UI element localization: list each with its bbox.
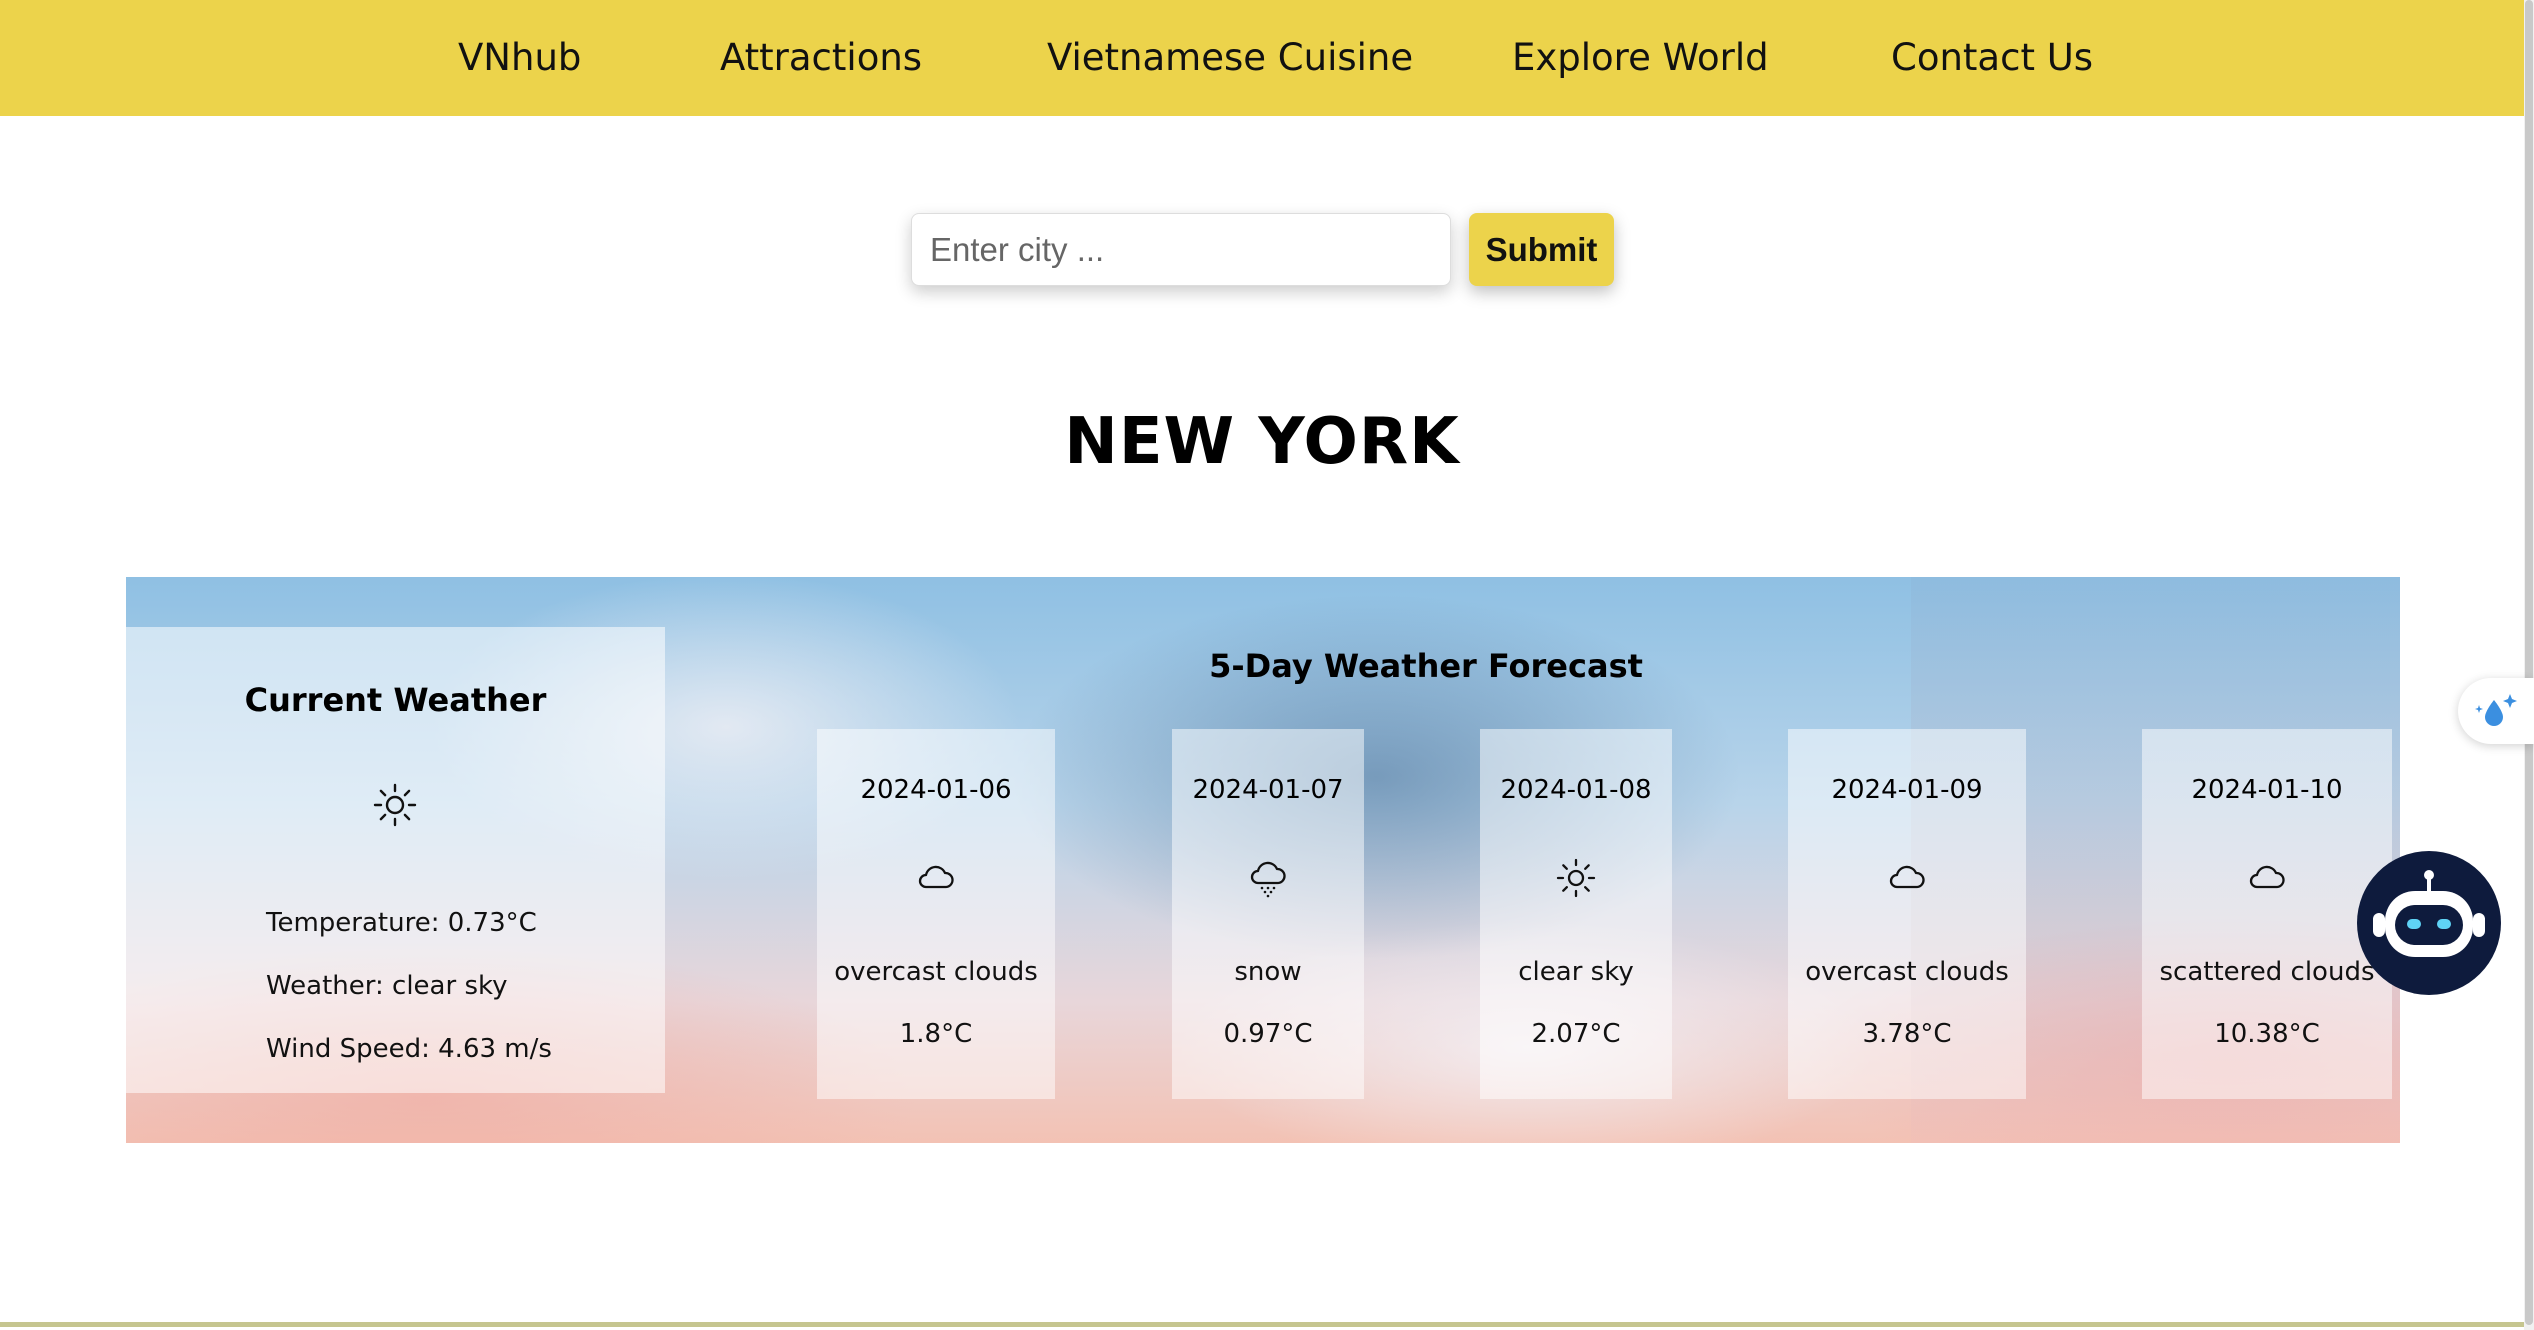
- current-wind-speed: Wind Speed: 4.63 m/s: [266, 1034, 552, 1064]
- current-weather-panel: Current Weather Temperature: 0.73°C Weat…: [126, 627, 665, 1093]
- forecast-card: 2024-01-07 snow 0.97°C: [1172, 729, 1364, 1099]
- current-temperature: Temperature: 0.73°C: [266, 908, 537, 938]
- forecast-description: overcast clouds: [1805, 957, 2009, 987]
- forecast-card: 2024-01-08 clear sky 2.07°C: [1480, 729, 1672, 1099]
- nav-explore-world[interactable]: Explore World: [1512, 0, 1769, 116]
- forecast-description: clear sky: [1518, 957, 1634, 987]
- submit-button[interactable]: Submit: [1469, 213, 1614, 286]
- page-scrollbar[interactable]: [2524, 0, 2534, 1330]
- cloud-icon: [2249, 865, 2285, 889]
- snow-cloud-icon: [1250, 861, 1286, 898]
- forecast-date: 2024-01-10: [2191, 775, 2343, 805]
- forecast-temperature: 10.38°C: [2214, 1019, 2320, 1049]
- forecast-temperature: 0.97°C: [1223, 1019, 1313, 1049]
- forecast-description: overcast clouds: [834, 957, 1038, 987]
- nav-vietnamese-cuisine[interactable]: Vietnamese Cuisine: [1047, 0, 1413, 116]
- forecast-description: snow: [1234, 957, 1302, 987]
- forecast-temperature: 1.8°C: [899, 1019, 973, 1049]
- current-weather-heading: Current Weather: [244, 681, 547, 719]
- forecast-date: 2024-01-07: [1192, 775, 1344, 805]
- sun-icon: [1556, 858, 1596, 898]
- sun-icon: [373, 783, 417, 827]
- forecast-date: 2024-01-09: [1831, 775, 1983, 805]
- current-weather-desc: Weather: clear sky: [266, 971, 508, 1001]
- forecast-description: scattered clouds: [2159, 957, 2375, 987]
- nav-attractions[interactable]: Attractions: [720, 0, 922, 116]
- city-search-input[interactable]: [911, 213, 1451, 286]
- top-navbar: VNhub Attractions Vietnamese Cuisine Exp…: [0, 0, 2524, 116]
- forecast-date: 2024-01-08: [1500, 775, 1652, 805]
- chatbot-button[interactable]: [2357, 851, 2501, 995]
- forecast-temperature: 3.78°C: [1862, 1019, 1952, 1049]
- water-drop-sparkle-icon: [2475, 694, 2517, 726]
- footer-divider: [0, 1322, 2524, 1327]
- cloud-icon: [1889, 865, 1925, 889]
- forecast-heading: 5-Day Weather Forecast: [1209, 647, 1643, 685]
- nav-vnhub[interactable]: VNhub: [458, 0, 581, 116]
- weather-section: Current Weather Temperature: 0.73°C Weat…: [126, 577, 2400, 1143]
- side-assistant-tab[interactable]: [2458, 678, 2534, 744]
- cloud-icon: [918, 865, 954, 889]
- robot-icon: [2373, 870, 2485, 957]
- scrollbar-thumb[interactable]: [2525, 0, 2533, 1325]
- forecast-card: 2024-01-10 scattered clouds 10.38°C: [2142, 729, 2392, 1099]
- city-title: NEW YORK: [1064, 405, 1460, 479]
- forecast-card: 2024-01-06 overcast clouds 1.8°C: [817, 729, 1055, 1099]
- forecast-temperature: 2.07°C: [1531, 1019, 1621, 1049]
- forecast-date: 2024-01-06: [860, 775, 1012, 805]
- forecast-card: 2024-01-09 overcast clouds 3.78°C: [1788, 729, 2026, 1099]
- nav-contact-us[interactable]: Contact Us: [1891, 0, 2093, 116]
